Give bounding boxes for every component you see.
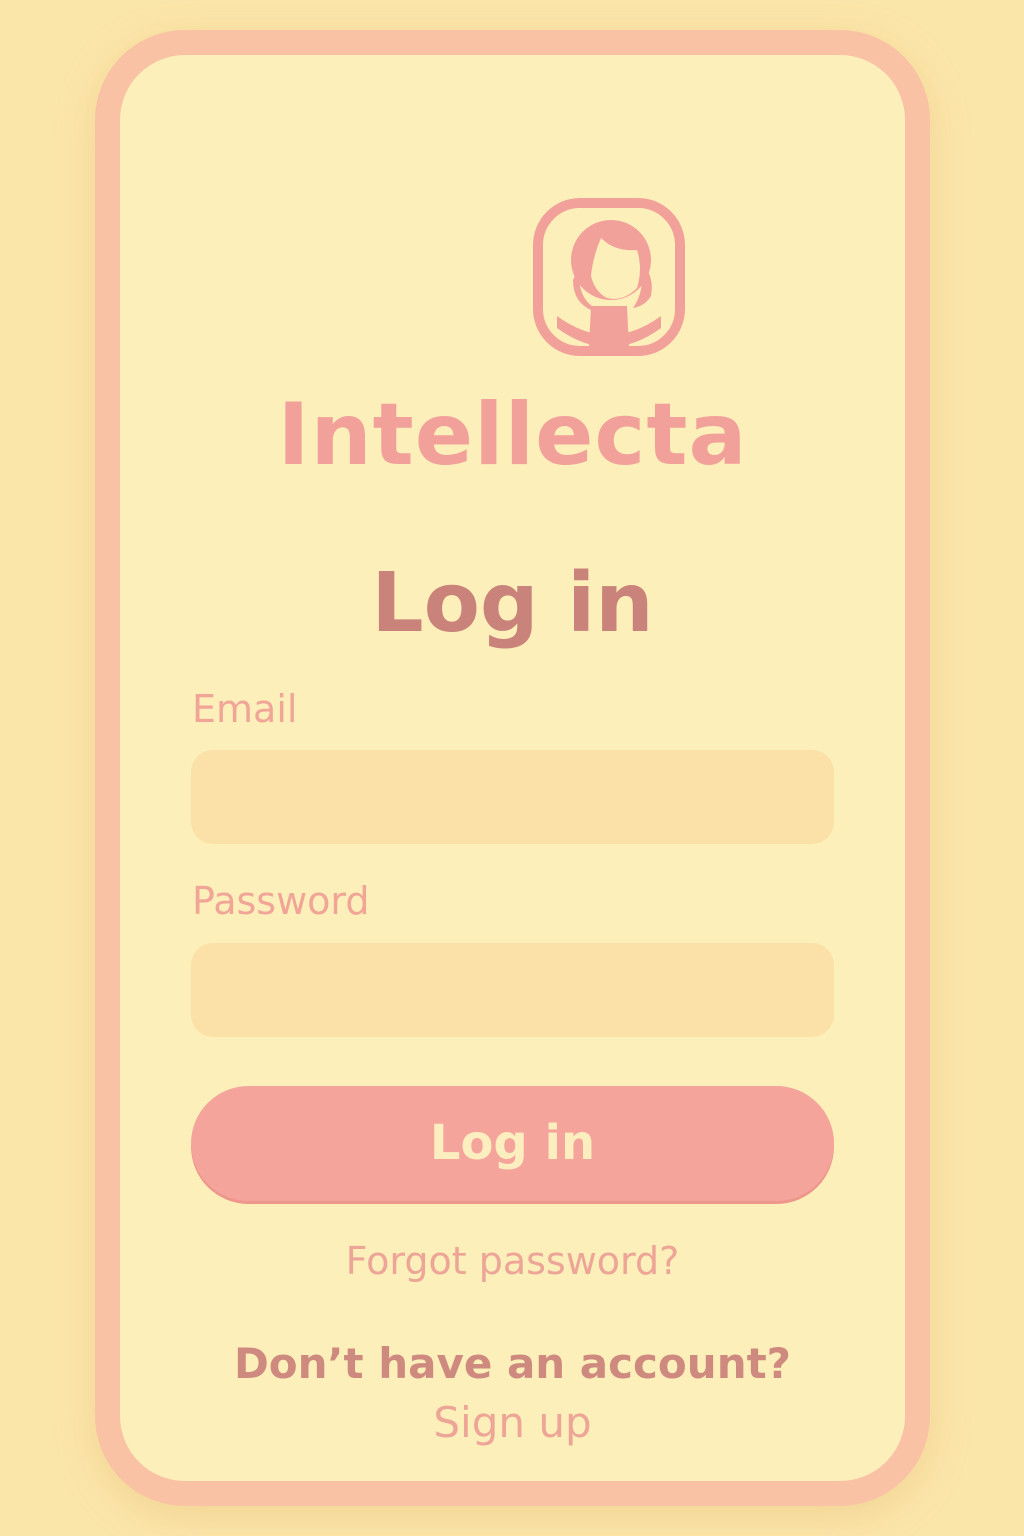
brand-name: Intellecta bbox=[277, 385, 748, 485]
page-title: Log in bbox=[371, 556, 654, 651]
email-field[interactable] bbox=[191, 750, 834, 844]
email-field-container bbox=[191, 750, 834, 844]
password-field[interactable] bbox=[191, 943, 834, 1037]
phone-frame: Intellecta Log in Email Password Log in … bbox=[95, 30, 930, 1506]
no-account-text: Don’t have an account? bbox=[233, 1339, 792, 1388]
password-field-container bbox=[191, 943, 834, 1037]
login-button[interactable]: Log in bbox=[191, 1086, 834, 1201]
sign-up-link[interactable]: Sign up bbox=[120, 1402, 905, 1444]
password-label: Password bbox=[192, 879, 370, 923]
forgot-password-link[interactable]: Forgot password? bbox=[120, 1242, 905, 1280]
email-label: Email bbox=[192, 687, 298, 731]
user-avatar-icon bbox=[533, 198, 685, 356]
